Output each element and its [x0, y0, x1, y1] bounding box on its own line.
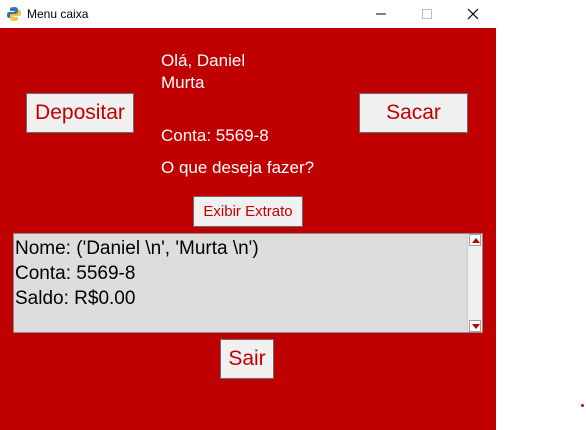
minimize-icon [376, 13, 386, 15]
minimize-button[interactable] [358, 0, 404, 28]
exit-button[interactable]: Sair [220, 339, 274, 379]
account-label: Conta: 5569-8 [161, 126, 269, 145]
deposit-button[interactable]: Depositar [26, 93, 134, 133]
withdraw-button[interactable]: Sacar [359, 93, 468, 133]
statement-line-account: Conta: 5569-8 [15, 263, 136, 284]
maximize-button[interactable] [404, 0, 450, 28]
statement-line-name: Nome: ('Daniel \n', 'Murta \n') [15, 238, 259, 259]
statement-textbox[interactable]: Nome: ('Daniel \n', 'Murta \n') Conta: 55… [13, 233, 483, 333]
arrow-up-icon [472, 238, 480, 243]
arrow-down-icon [472, 324, 480, 329]
python-icon [7, 7, 21, 21]
statement-line-balance: Saldo: R$0.00 [15, 288, 136, 309]
main-panel: Olá, Daniel Murta Depositar Sacar Conta:… [0, 28, 496, 430]
close-button[interactable] [450, 0, 496, 28]
stray-dot [581, 404, 584, 407]
maximize-icon [422, 9, 432, 19]
show-statement-button[interactable]: Exibir Extrato [193, 196, 303, 227]
vertical-scrollbar[interactable] [467, 234, 482, 332]
scroll-up-button[interactable] [469, 234, 481, 246]
title-bar: Menu caixa [0, 0, 496, 28]
window-title: Menu caixa [27, 7, 89, 21]
greeting-label: Olá, Daniel Murta [161, 51, 246, 92]
question-label: O que deseja fazer? [161, 158, 315, 177]
statement-text[interactable]: Nome: ('Daniel \n', 'Murta \n') Conta: 55… [15, 236, 259, 311]
scroll-down-button[interactable] [469, 320, 481, 332]
close-icon [467, 8, 479, 20]
